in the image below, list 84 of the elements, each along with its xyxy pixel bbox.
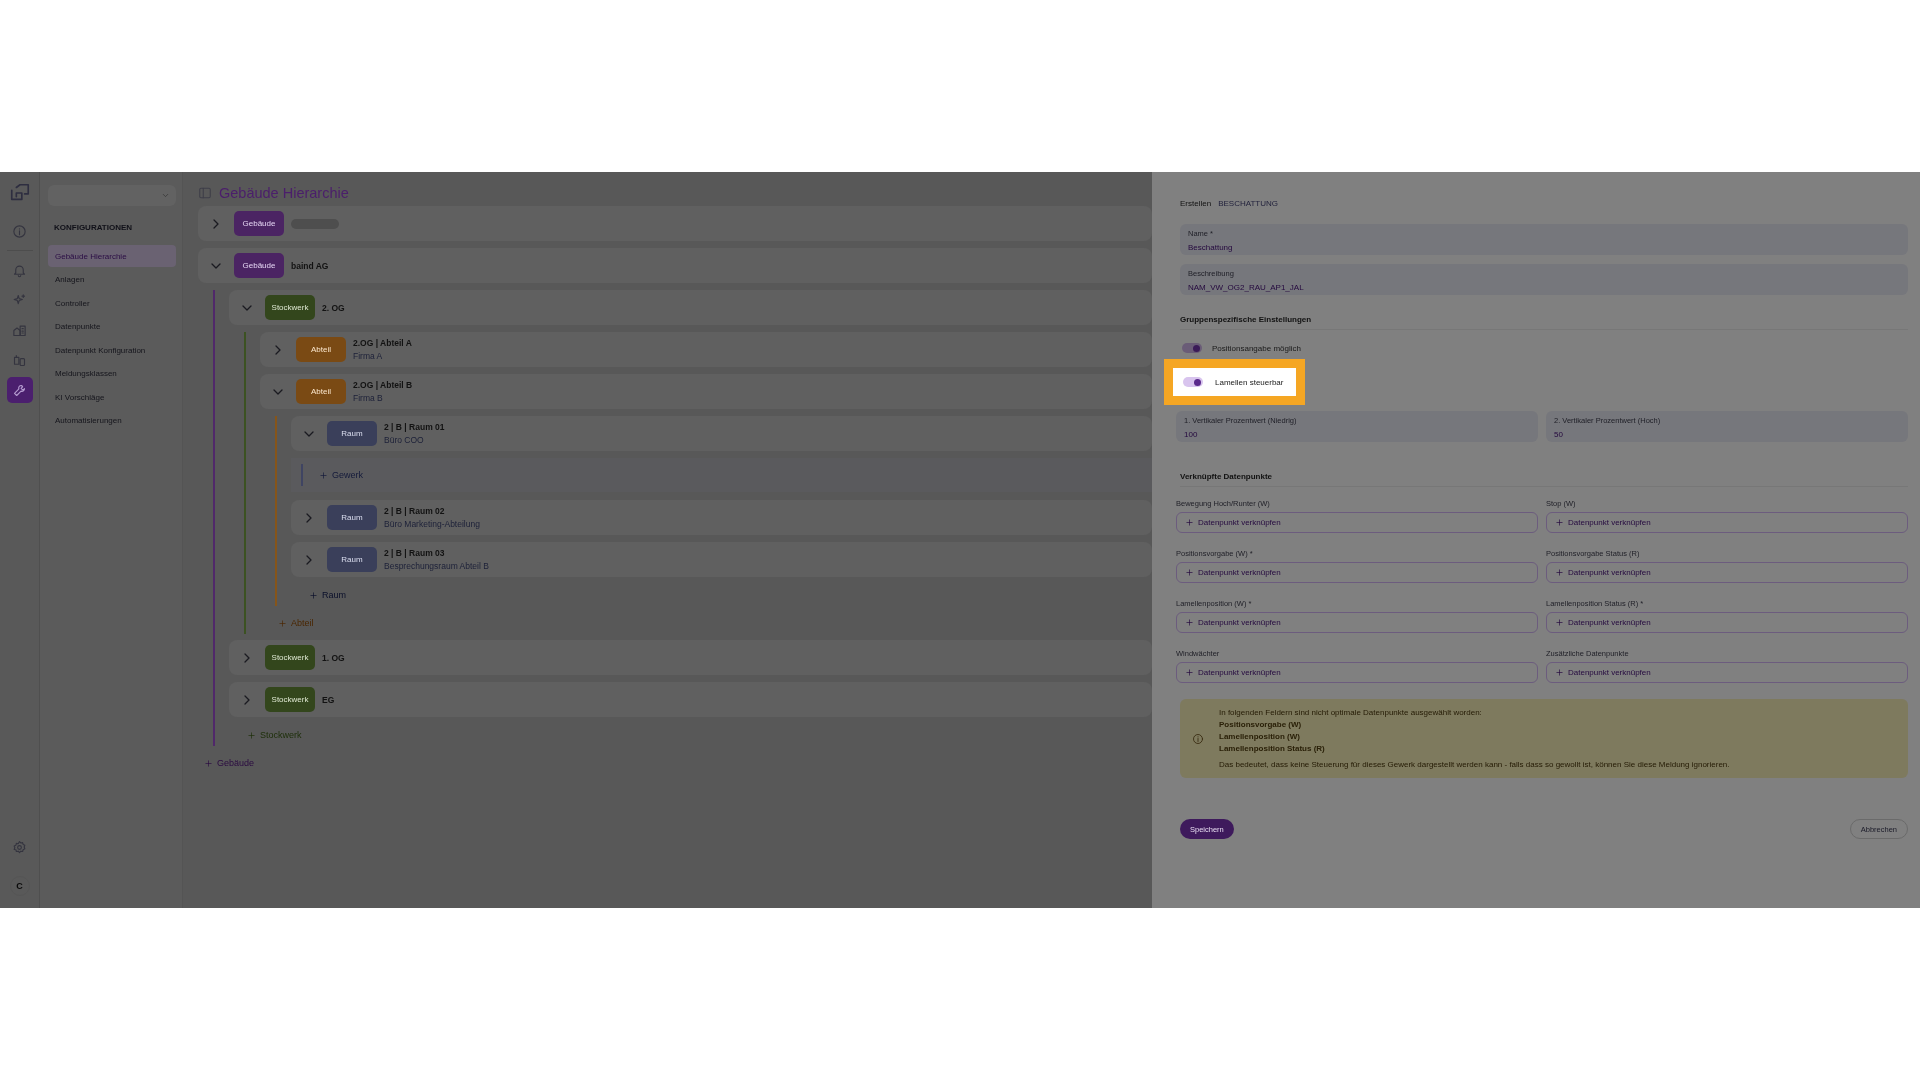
plus-icon bbox=[1185, 668, 1194, 677]
panel-icon[interactable] bbox=[198, 186, 212, 200]
type-badge: Raum bbox=[327, 421, 377, 446]
type-badge: Abteil bbox=[296, 379, 346, 404]
breadcrumb-section: BESCHATTUNG bbox=[1218, 199, 1278, 208]
page-title: Gebäude Hierarchie bbox=[219, 185, 349, 201]
warning-text: In folgenden Feldern sind nicht optimale Datenpunkte ausgewählt worden: bbox=[1219, 708, 1483, 717]
plus-icon bbox=[1555, 518, 1564, 527]
link-datapoint-button[interactable]: Datenpunkt verknüpfen bbox=[1176, 512, 1538, 533]
section-heading: Gruppenspezifische Einstellungen bbox=[1180, 315, 1908, 330]
buildings-icon bbox=[12, 322, 27, 338]
section-heading: Verknüpfte Datenpunkte bbox=[1180, 472, 1908, 487]
plus-icon bbox=[1185, 568, 1194, 577]
link-datapoint-button[interactable]: Datenpunkt verknüpfen bbox=[1546, 562, 1908, 583]
tree-row[interactable]: Stockwerk EG bbox=[229, 682, 1152, 717]
node-title: baind AG bbox=[291, 260, 329, 271]
type-badge: Abteil bbox=[296, 337, 346, 362]
toggle-switch[interactable] bbox=[1182, 343, 1202, 353]
devices-icon bbox=[12, 352, 27, 368]
node-title: 1. OG bbox=[322, 652, 345, 663]
sidebar-item[interactable]: Gebäude Hierarchie bbox=[48, 245, 176, 267]
plus-icon bbox=[1185, 518, 1194, 527]
type-badge: Stockwerk bbox=[265, 687, 315, 712]
type-badge: Stockwerk bbox=[265, 295, 315, 320]
info-icon bbox=[1192, 732, 1204, 745]
node-title: 2 | B | Raum 02 bbox=[384, 506, 446, 516]
sidebar-item[interactable]: Datenpunkt Konfiguration bbox=[48, 339, 176, 361]
wrench-icon bbox=[12, 382, 27, 398]
plus-icon bbox=[1185, 618, 1194, 627]
plus-icon bbox=[309, 590, 318, 600]
link-datapoint-button[interactable]: Datenpunkt verknüpfen bbox=[1176, 612, 1538, 633]
type-badge: Gebäude bbox=[234, 253, 284, 278]
node-title: 2 | B | Raum 03 bbox=[384, 548, 446, 558]
sidebar-item[interactable]: Automatisierungen bbox=[48, 409, 176, 432]
type-badge: Stockwerk bbox=[265, 645, 315, 670]
node-title: 2.OG | Abteil A bbox=[353, 338, 412, 348]
plus-icon bbox=[204, 758, 213, 768]
type-badge: Gebäude bbox=[234, 211, 284, 236]
plus-icon bbox=[1555, 568, 1564, 577]
plus-icon bbox=[319, 470, 328, 480]
plus-icon bbox=[1555, 618, 1564, 627]
link-datapoint-button[interactable]: Datenpunkt verknüpfen bbox=[1546, 512, 1908, 533]
sidebar-item[interactable]: Anlagen bbox=[48, 268, 176, 291]
sidebar-item[interactable]: Meldungsklassen bbox=[48, 362, 176, 385]
link-datapoint-button[interactable]: Datenpunkt verknüpfen bbox=[1176, 562, 1538, 583]
wrench-button[interactable] bbox=[6, 377, 33, 403]
link-datapoint-button[interactable]: Datenpunkt verknüpfen bbox=[1176, 662, 1538, 683]
tree-row[interactable]: Raum 2 | B | Raum 02 Büro Marketing-Abteilung bbox=[291, 500, 1152, 535]
toggle-label: Positionsangabe möglich bbox=[1212, 343, 1301, 353]
section-heading: KONFIGURATIONEN bbox=[54, 223, 134, 232]
bell-icon bbox=[12, 262, 27, 278]
warning-field: Lamellenposition Status (R) bbox=[1219, 744, 1730, 753]
type-badge: Raum bbox=[327, 547, 377, 572]
node-title: 2. OG bbox=[322, 302, 345, 313]
add-button[interactable]: Raum bbox=[309, 584, 346, 606]
tree-row[interactable]: Abteil 2.OG | Abteil B Firma B bbox=[260, 374, 1152, 409]
warning-field: Lamellenposition (W) bbox=[1219, 732, 1730, 741]
toggle-switch[interactable] bbox=[1183, 377, 1203, 387]
add-button[interactable]: Gewerk bbox=[319, 464, 363, 486]
sidebar-item[interactable]: Controller bbox=[48, 292, 176, 314]
warning-text: Das bedeutet, dass keine Steuerung für dieses Gewerk dargestellt werden kann - falls dass so gewollt ist, können Sie diese Meldung ignorieren. bbox=[1219, 760, 1730, 769]
type-badge: Raum bbox=[327, 505, 377, 530]
caret-icon bbox=[161, 191, 170, 200]
plus-icon bbox=[247, 730, 256, 740]
node-title: EG bbox=[322, 694, 335, 705]
tree-row[interactable]: Gebäude baind AG bbox=[198, 248, 1152, 283]
node-subtitle: Büro Marketing-Abteilung bbox=[384, 519, 480, 529]
warning-field: Positionsvorgabe (W) bbox=[1219, 720, 1730, 729]
tree-row[interactable]: Stockwerk 1. OG bbox=[229, 640, 1152, 675]
link-datapoint-button[interactable]: Datenpunkt verknüpfen bbox=[1546, 662, 1908, 683]
plus-icon bbox=[1555, 668, 1564, 677]
toggle-label: Lamellen steuerbar bbox=[1215, 377, 1284, 387]
link-datapoint-button[interactable]: Datenpunkt verknüpfen bbox=[1546, 612, 1908, 633]
sidebar-item[interactable]: Datenpunkte bbox=[48, 315, 176, 338]
node-title: 2.OG | Abteil B bbox=[353, 380, 413, 390]
plus-icon bbox=[278, 618, 287, 628]
tree-row[interactable]: Stockwerk 2. OG bbox=[229, 290, 1152, 325]
breadcrumb-current: Erstellen bbox=[1180, 199, 1212, 208]
node-subtitle: Firma B bbox=[353, 393, 384, 403]
settings-icon bbox=[12, 839, 27, 855]
node-title: 2 | B | Raum 01 bbox=[384, 422, 445, 432]
info-icon bbox=[12, 223, 27, 239]
add-button[interactable]: Gebäude bbox=[204, 752, 255, 774]
tree-row[interactable]: Gebäude bbox=[198, 206, 1152, 241]
